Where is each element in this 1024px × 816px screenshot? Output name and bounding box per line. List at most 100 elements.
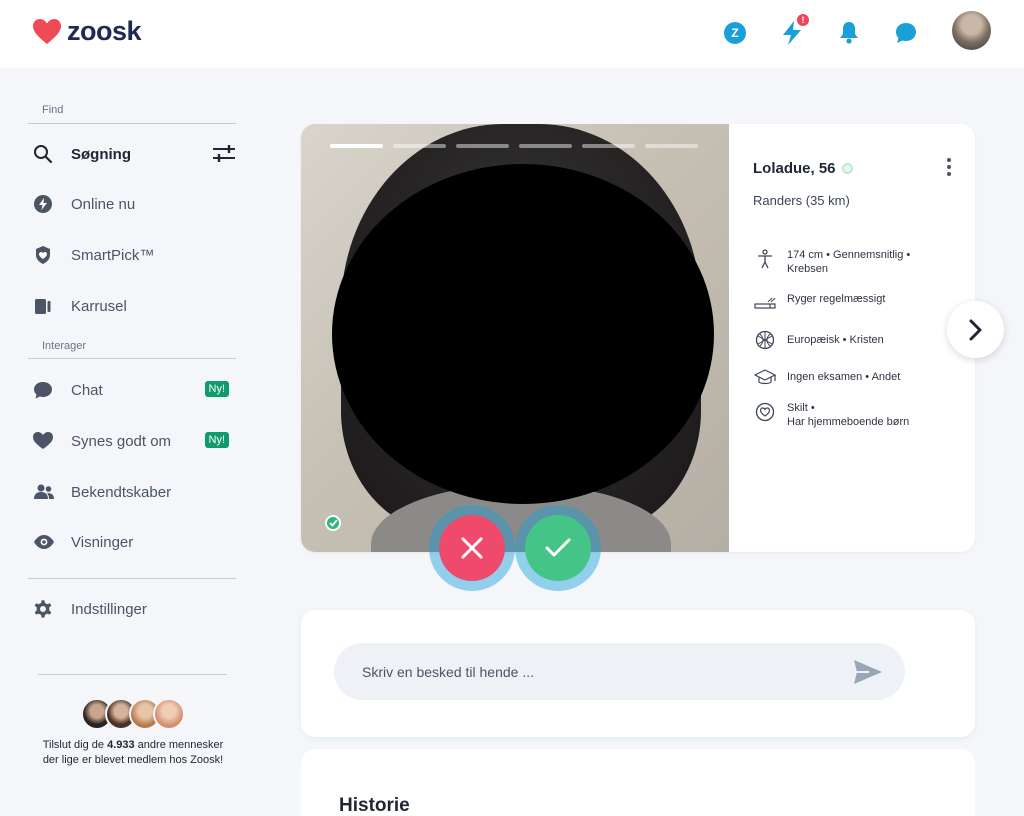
search-icon [28, 144, 58, 164]
attribute-text: Ingen eksamen • Andet [787, 371, 901, 383]
next-profile-button[interactable] [947, 301, 1004, 358]
smartpick-icon [28, 245, 58, 265]
attribute-text: Skilt • Har hjemmeboende børn [787, 402, 910, 428]
photo-progress-segment [393, 144, 446, 148]
attribute-row: 174 cm • Gennemsnitlig • Krebsen [753, 248, 939, 276]
boost-icon[interactable]: ! [778, 13, 810, 47]
bolt-icon [28, 194, 58, 214]
join-text-prefix: Tilslut dig de [42, 739, 108, 751]
sidebar-item-label: Visninger [71, 533, 134, 551]
close-icon [461, 537, 483, 559]
history-card: Historie [301, 749, 975, 816]
photo-progress [330, 144, 698, 148]
online-status-icon [841, 163, 853, 174]
sidebar-item-views[interactable]: Visninger [28, 525, 236, 559]
photo-progress-segment [330, 144, 383, 148]
sidebar-item-search[interactable]: Søgning [28, 137, 236, 171]
carousel-icon [28, 296, 58, 316]
new-badge: Ny! [204, 381, 229, 397]
attribute-row: Europæisk • Kristen [753, 329, 884, 351]
profile-photo[interactable] [301, 124, 729, 552]
sidebar-item-label: Søgning [71, 145, 131, 163]
sidebar-item-label: Chat [71, 381, 103, 399]
sidebar-item-likes[interactable]: Synes godt om Ny! [28, 424, 236, 458]
reject-button[interactable] [429, 505, 515, 591]
profile-name: Loladue, 56 [753, 160, 836, 177]
zoosk-logo[interactable]: zoosk [33, 16, 142, 47]
avatar[interactable] [952, 11, 991, 50]
filter-sliders-icon[interactable] [212, 144, 236, 169]
profile-card: Loladue, 56 Randers (35 km) 174 cm • Gen… [301, 124, 975, 552]
profile-location: Randers (35 km) [753, 193, 850, 208]
divider [28, 123, 236, 124]
divider [28, 358, 236, 359]
message-card [301, 610, 975, 737]
heart-logo-icon [33, 18, 61, 44]
more-options-icon[interactable] [947, 158, 951, 176]
verified-check-icon [325, 515, 341, 531]
attribute-text: Ryger regelmæssigt [787, 293, 886, 305]
divider [38, 674, 227, 675]
like-button[interactable] [515, 505, 601, 591]
sidebar-item-label: Online nu [71, 195, 136, 213]
bell-icon[interactable] [835, 19, 863, 47]
attribute-row: Ingen eksamen • Andet [753, 367, 900, 389]
cigarette-icon [753, 292, 777, 314]
sidebar: Find Søgning Online nu SmartPick™ Karrus… [0, 68, 262, 816]
height-icon [753, 248, 777, 270]
send-icon[interactable] [853, 659, 883, 690]
sidebar-item-label: Karrusel [71, 297, 127, 315]
zoosk-coin-icon[interactable]: Z [721, 19, 749, 47]
sidebar-item-online-now[interactable]: Online nu [28, 187, 236, 221]
reject-button-face [439, 515, 505, 581]
face-redaction [332, 164, 714, 504]
attribute-text: 174 cm • Gennemsnitlig • Krebsen [787, 249, 911, 275]
sidebar-item-connections[interactable]: Bekendtskaber [28, 475, 236, 509]
gear-icon [28, 599, 58, 619]
join-count: 4.933 [107, 739, 135, 751]
section-label-interact: Interager [42, 340, 87, 352]
chat-icon[interactable] [892, 19, 920, 47]
sidebar-item-carousel[interactable]: Karrusel [28, 289, 236, 323]
attribute-text: Europæisk • Kristen [787, 334, 884, 346]
heart-circle-icon [753, 401, 777, 423]
chat-bubble-icon [28, 380, 58, 400]
like-button-face [525, 515, 591, 581]
photo-progress-segment [645, 144, 698, 148]
globe-icon [753, 329, 777, 351]
message-input[interactable] [362, 663, 832, 680]
history-title: Historie [339, 795, 410, 816]
sidebar-item-label: SmartPick™ [71, 246, 155, 264]
check-icon [545, 538, 571, 557]
heart-icon [28, 432, 58, 450]
sidebar-item-label: Bekendtskaber [71, 483, 172, 501]
eye-icon [28, 534, 58, 550]
sidebar-item-smartpick[interactable]: SmartPick™ [28, 238, 236, 272]
sidebar-item-chat[interactable]: Chat Ny! [28, 373, 236, 407]
message-box [334, 643, 905, 700]
sidebar-item-settings[interactable]: Indstillinger [28, 592, 236, 626]
attribute-row: Skilt • Har hjemmeboende børn [753, 401, 909, 429]
sidebar-item-label: Indstillinger [71, 600, 147, 618]
chevron-right-icon [969, 319, 981, 340]
join-promo: Tilslut dig de 4.933 andre mennesker der… [40, 698, 226, 768]
coin-label: Z [724, 22, 746, 44]
brand-name: zoosk [67, 16, 142, 46]
divider [28, 578, 236, 579]
member-avatars [40, 698, 226, 730]
photo-progress-segment [519, 144, 572, 148]
photo-progress-segment [456, 144, 509, 148]
member-avatar [153, 698, 185, 730]
top-bar: zoosk Z ! [0, 0, 1024, 68]
attribute-row: Ryger regelmæssigt [753, 292, 885, 314]
profile-info: Loladue, 56 Randers (35 km) 174 cm • Gen… [729, 124, 975, 552]
new-badge: Ny! [204, 432, 229, 448]
sidebar-item-label: Synes godt om [71, 432, 172, 450]
section-label-find: Find [42, 104, 64, 116]
boost-alert-badge: ! [796, 13, 810, 27]
join-text: Tilslut dig de 4.933 andre mennesker der… [40, 738, 226, 768]
graduation-cap-icon [753, 367, 777, 389]
profile-name-row: Loladue, 56 [753, 160, 975, 177]
photo-progress-segment [582, 144, 635, 148]
people-icon [28, 483, 58, 501]
